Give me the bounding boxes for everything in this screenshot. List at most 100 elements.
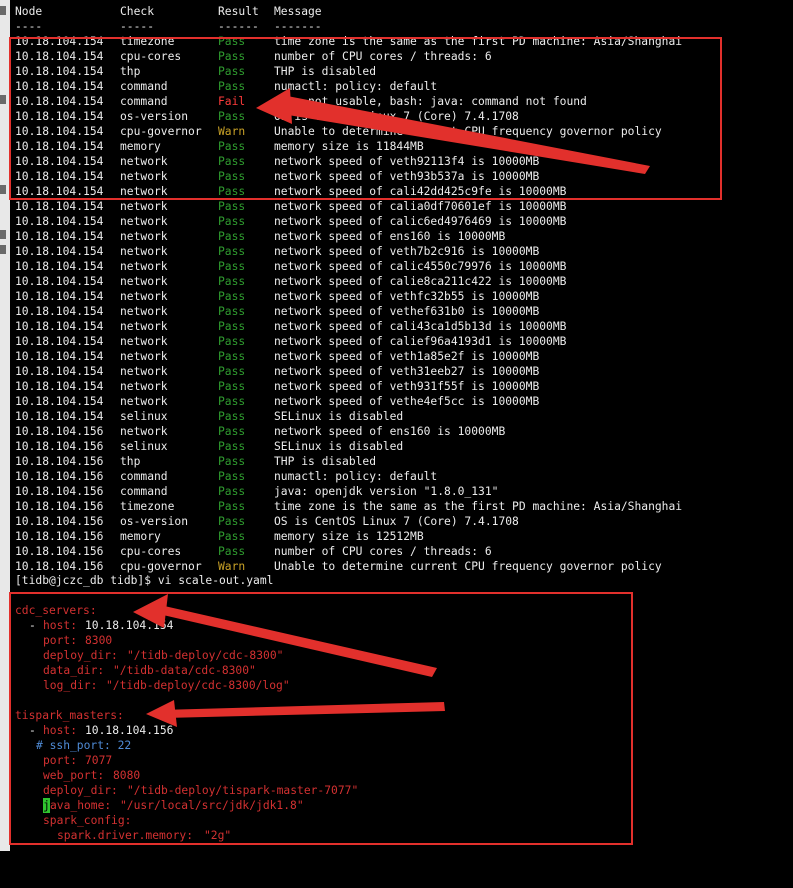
row-node: 10.18.104.154 [15, 230, 104, 243]
row-node: 10.18.104.154 [15, 335, 104, 348]
row-check: network [120, 395, 168, 408]
row-message: network speed of veth7b2c916 is 10000MB [274, 245, 540, 258]
row-message: network speed of veth1a85e2f is 10000MB [274, 350, 540, 363]
yaml-line: web_port: 8080 [15, 768, 140, 783]
row-result: Pass [218, 425, 246, 438]
yaml-key: log_dir: [43, 679, 98, 692]
yaml-line: log_dir: "/tidb-deploy/cdc-8300/log" [15, 678, 290, 693]
header-node: Node [15, 5, 43, 18]
row-node: 10.18.104.154 [15, 65, 104, 78]
left-window-edge [0, 0, 10, 851]
row-message: java not usable, bash: java: command not… [274, 95, 587, 108]
row-message: OS is CentOS Linux 7 (Core) 7.4.1708 [274, 515, 519, 528]
row-check: command [120, 485, 168, 498]
row-result: Pass [218, 455, 246, 468]
row-check: selinux [120, 440, 168, 453]
row-message: THP is disabled [274, 65, 377, 78]
row-node: 10.18.104.154 [15, 200, 104, 213]
row-result: Pass [218, 380, 246, 393]
yaml-key: web_port: [43, 769, 105, 782]
row-node: 10.18.104.156 [15, 545, 104, 558]
yaml-key: cdc_servers: [15, 604, 97, 617]
row-node: 10.18.104.154 [15, 125, 104, 138]
row-result: Pass [218, 230, 246, 243]
terminal-window[interactable]: Node Check Result Message ---- ----- ---… [10, 0, 793, 851]
yaml-line: # ssh_port: 22 [15, 738, 131, 753]
row-message: network speed of vethef631b0 is 10000MB [274, 305, 540, 318]
edge-mark [0, 245, 6, 254]
row-result: Pass [218, 35, 246, 48]
row-check: network [120, 380, 168, 393]
yaml-line: port: 8300 [15, 633, 112, 648]
row-node: 10.18.104.156 [15, 455, 104, 468]
yaml-dash: - [29, 724, 43, 737]
yaml-key: port: [43, 634, 78, 647]
row-check: network [120, 335, 168, 348]
row-check: thp [120, 455, 141, 468]
yaml-dash: - [29, 619, 43, 632]
row-result: Pass [218, 65, 246, 78]
yaml-line: j ava_home: "/usr/local/src/jdk/jdk1.8" [15, 798, 304, 813]
edge-mark [0, 95, 6, 104]
row-result: Fail [218, 95, 246, 108]
row-message: memory size is 12512MB [274, 530, 424, 543]
row-check: timezone [120, 35, 175, 48]
row-message: network speed of calief96a4193d1 is 1000… [274, 335, 567, 348]
row-result: Pass [218, 485, 246, 498]
header-result: Result [218, 5, 259, 18]
row-result: Pass [218, 200, 246, 213]
row-check: timezone [120, 500, 175, 513]
row-node: 10.18.104.156 [15, 560, 104, 573]
row-node: 10.18.104.154 [15, 260, 104, 273]
row-result: Pass [218, 365, 246, 378]
yaml-line: spark.driver.memory: "2g" [15, 828, 231, 843]
row-result: Pass [218, 500, 246, 513]
row-node: 10.18.104.154 [15, 305, 104, 318]
row-result: Pass [218, 260, 246, 273]
row-check: memory [120, 530, 161, 543]
row-message: network speed of ens160 is 10000MB [274, 425, 506, 438]
row-check: network [120, 290, 168, 303]
row-check: network [120, 200, 168, 213]
row-result: Pass [218, 440, 246, 453]
row-message: network speed of vethfc32b55 is 10000MB [274, 290, 540, 303]
row-result: Pass [218, 110, 246, 123]
row-result: Warn [218, 560, 246, 573]
yaml-value: "/tidb-deploy/tispark-master-7077" [127, 784, 359, 797]
row-message: network speed of cali43ca1d5b13d is 1000… [274, 320, 567, 333]
row-result: Pass [218, 185, 246, 198]
row-check: cpu-cores [120, 545, 182, 558]
yaml-line: - host: 10.18.104.154 [15, 618, 173, 633]
row-message: network speed of calic6ed4976469 is 1000… [274, 215, 567, 228]
yaml-key: data_dir: [43, 664, 105, 677]
row-message: numactl: policy: default [274, 470, 438, 483]
yaml-line: data_dir: "/tidb-data/cdc-8300" [15, 663, 256, 678]
row-message: network speed of calie8ca211c422 is 1000… [274, 275, 567, 288]
row-result: Pass [218, 530, 246, 543]
row-result: Pass [218, 140, 246, 153]
row-check: cpu-governor [120, 125, 202, 138]
yaml-key: deploy_dir: [43, 784, 118, 797]
yaml-value: 8300 [85, 634, 113, 647]
shell-prompt: [tidb@jczc_db tidb]$ vi scale-out.yaml [15, 573, 273, 588]
row-result: Pass [218, 245, 246, 258]
row-result: Pass [218, 290, 246, 303]
row-message: network speed of veth92113f4 is 10000MB [274, 155, 540, 168]
row-result: Pass [218, 305, 246, 318]
yaml-value: "/tidb-deploy/cdc-8300/log" [106, 679, 290, 692]
yaml-key: spark_config: [43, 814, 132, 827]
row-node: 10.18.104.154 [15, 35, 104, 48]
row-message: network speed of vethe4ef5cc is 10000MB [274, 395, 540, 408]
row-check: cpu-cores [120, 50, 182, 63]
row-check: network [120, 365, 168, 378]
row-node: 10.18.104.154 [15, 410, 104, 423]
yaml-value: "/tidb-deploy/cdc-8300" [127, 649, 284, 662]
row-check: network [120, 155, 168, 168]
row-node: 10.18.104.156 [15, 485, 104, 498]
row-node: 10.18.104.156 [15, 425, 104, 438]
edge-mark [0, 185, 6, 194]
row-message: Unable to determine current CPU frequenc… [274, 125, 662, 138]
yaml-key: host: [43, 724, 78, 737]
row-message: THP is disabled [274, 455, 377, 468]
row-check: network [120, 230, 168, 243]
